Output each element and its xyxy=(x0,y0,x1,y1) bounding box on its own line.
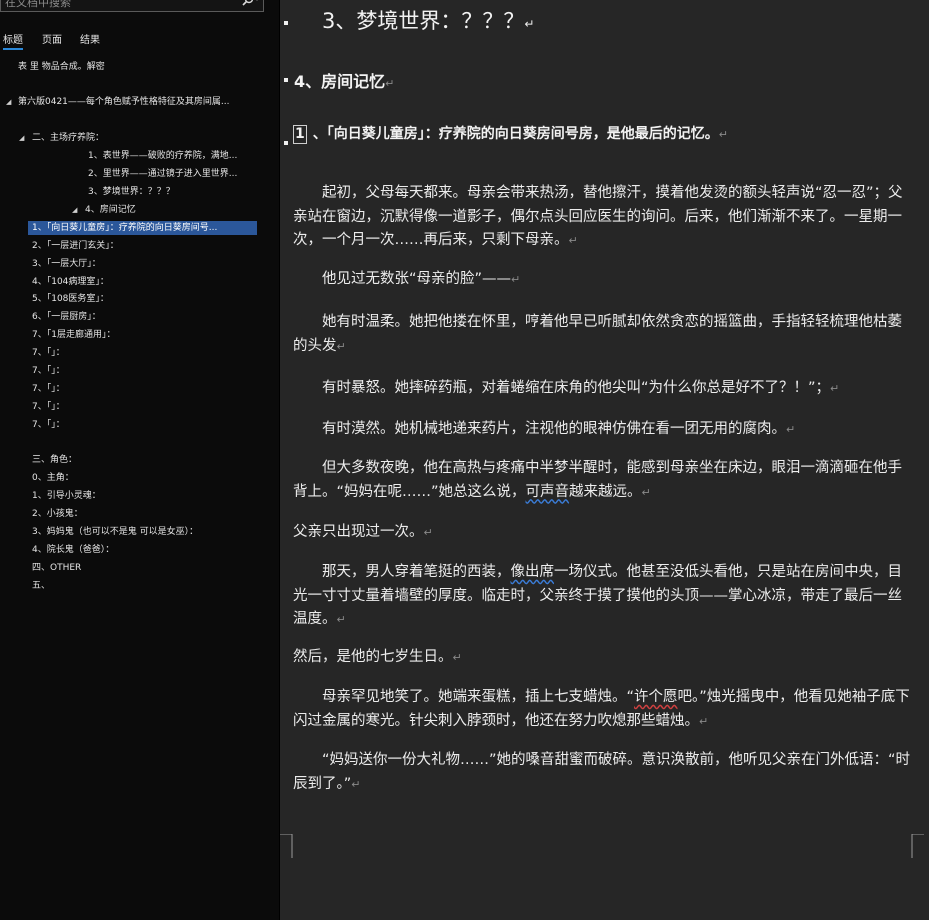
paragraph-mark: ↵ xyxy=(699,714,709,728)
nav-heading-item[interactable]: 4、房间记忆 xyxy=(85,203,136,217)
nav-heading-item[interactable]: 7、「」： xyxy=(32,400,65,414)
nav-heading-item[interactable]: 五、 xyxy=(32,579,50,593)
nav-heading-item[interactable]: 7、「1层走廊通用」： xyxy=(32,328,115,342)
paragraph-mark: ↵ xyxy=(718,128,728,141)
nav-heading-item[interactable]: 3、妈妈鬼（也可以不是鬼 可以是女巫）： xyxy=(32,525,198,539)
nav-heading-item[interactable]: 二、主场疗养院： xyxy=(32,131,104,145)
paragraph-mark: ↵ xyxy=(641,485,651,499)
tab-results[interactable]: 结果 xyxy=(80,31,100,46)
nav-heading-item[interactable]: 7、「」： xyxy=(32,364,65,378)
tab-pages[interactable]: 页面 xyxy=(42,31,62,46)
paragraph-mark: ↵ xyxy=(423,526,433,539)
heading-marker-icon xyxy=(284,21,288,25)
paragraph-mark: ↵ xyxy=(385,77,395,90)
body-paragraph[interactable]: 有时漠然。她机械地递来药片，注视他的眼神仿佛在看一团无用的腐肉。↵ xyxy=(293,418,911,442)
body-paragraph[interactable]: 起初，父母每天都来。母亲会带来热汤，替他擦汗，摸着他发烫的额头轻声说“忍一忍”；… xyxy=(293,182,911,253)
nav-heading-item[interactable]: 表 里 物品合成。解密 xyxy=(18,60,105,74)
paragraph-mark: ↵ xyxy=(351,777,361,791)
body-paragraph[interactable]: 母亲罕见地笑了。她端来蛋糕，插上七支蜡烛。“许个愿吧。”烛光摇曳中，他看见她袖子… xyxy=(293,686,911,733)
document-canvas[interactable]: 3、梦境世界：？？？↵ 4、房间记忆↵ 1 、「向日葵儿童房」：疗养院的向日葵房间… xyxy=(280,0,929,920)
body-paragraph[interactable]: 但大多数夜晚，他在高热与疼痛中半梦半醒时，能感到母亲坐在床边，眼泪一滴滴砸在他手… xyxy=(293,457,911,504)
body-paragraph[interactable]: 父亲只出现过一次。↵ xyxy=(293,521,911,545)
paragraph-mark: ↵ xyxy=(452,651,462,664)
search-options-chevron-icon[interactable]: ▾ xyxy=(255,0,263,5)
paragraph-mark: ↵ xyxy=(336,613,346,626)
nav-heading-item[interactable]: 7、「」： xyxy=(32,382,65,396)
nav-heading-item[interactable]: 第六版0421——每个角色赋予性格特征及其房间属... xyxy=(18,95,254,109)
heading-level-3[interactable]: 1 、「向日葵儿童房」：疗养院的向日葵房间号房，是他最后的记忆。↵ xyxy=(293,123,728,146)
paragraph-mark: ↵ xyxy=(568,234,578,247)
margin-corner-left-icon xyxy=(280,834,293,858)
heading-marker-icon xyxy=(284,141,288,145)
body-paragraph[interactable]: 那天，男人穿着笔挺的西装，像出席一场仪式。他甚至没低头看他，只是站在房间中央，目… xyxy=(293,561,911,632)
nav-heading-item[interactable]: 0、主角： xyxy=(32,471,74,485)
heading-marker-icon xyxy=(284,78,288,82)
nav-heading-item[interactable]: 7、「」： xyxy=(32,418,65,432)
grammar-flag-text[interactable]: 像出席 xyxy=(511,564,555,580)
body-paragraph[interactable]: “妈妈送你一份大礼物……”她的嗓音甜蜜而破碎。意识涣散前，他听见父亲在门外低语：… xyxy=(293,749,911,796)
paragraph-mark: ↵ xyxy=(336,339,346,353)
spelling-flag-text[interactable]: 许个愿 xyxy=(634,689,678,705)
nav-heading-item[interactable]: 3、「一层大厅」： xyxy=(32,257,101,271)
nav-heading-item[interactable]: 1、引导小灵魂： xyxy=(32,489,101,503)
nav-heading-item[interactable]: 4、「104病理室」： xyxy=(32,275,109,289)
search-input[interactable] xyxy=(5,0,233,9)
heading-level-2[interactable]: 4、房间记忆↵ xyxy=(294,70,394,96)
heading-level-1[interactable]: 3、梦境世界：？？？↵ xyxy=(322,6,534,37)
nav-heading-item[interactable]: 2、里世界——通过镜子进入里世界... xyxy=(88,167,254,181)
body-paragraph[interactable]: 有时暴怒。她摔碎药瓶，对着蜷缩在床角的他尖叫“为什么你总是好不了？！”；↵ xyxy=(293,377,911,401)
nav-heading-item[interactable]: 2、「一层进门玄关」： xyxy=(32,239,119,253)
nav-heading-item-selected[interactable]: 1、「向日葵儿童房」：疗养院的向日葵房间号... xyxy=(28,221,257,235)
grammar-flag-text[interactable]: 可声音 xyxy=(526,484,570,500)
navigation-pane: ▾ 标题 页面 结果 表 里 物品合成。解密 ◢ 第六版0421——每个角色赋予… xyxy=(0,0,279,920)
nav-heading-item[interactable]: 5、「108医务室」： xyxy=(32,292,109,306)
nav-heading-item[interactable]: 2、小孩鬼： xyxy=(32,507,83,521)
search-box[interactable]: ▾ xyxy=(0,0,264,12)
nav-heading-item[interactable]: 3、梦境世界：？？？ xyxy=(88,185,175,199)
body-paragraph[interactable]: 他见过无数张“母亲的脸”——↵ xyxy=(293,268,911,292)
collapse-triangle-icon[interactable]: ◢ xyxy=(72,203,77,217)
paragraph-mark: ↵ xyxy=(524,17,535,31)
nav-heading-item[interactable]: 7、「」： xyxy=(32,346,65,360)
nav-heading-item[interactable]: 1、表世界——破败的疗养院，满地... xyxy=(88,149,254,163)
paragraph-mark: ↵ xyxy=(786,423,796,436)
nav-heading-item[interactable]: 四、OTHER xyxy=(32,561,81,575)
body-paragraph[interactable]: 她有时温柔。她把他搂在怀里，哼着他早已听腻却依然贪恋的摇篮曲，手指轻轻梳理他枯萎… xyxy=(293,311,911,358)
search-icon[interactable] xyxy=(242,0,254,6)
nav-heading-item[interactable]: 4、院长鬼（爸爸）： xyxy=(32,543,114,557)
nav-heading-item[interactable]: 6、「一层厨房」： xyxy=(32,310,101,324)
margin-corner-right-icon xyxy=(911,834,924,858)
tab-headings[interactable]: 标题 xyxy=(3,31,23,50)
collapse-triangle-icon[interactable]: ◢ xyxy=(6,95,11,109)
collapse-triangle-icon[interactable]: ◢ xyxy=(19,131,24,145)
body-paragraph[interactable]: 然后，是他的七岁生日。↵ xyxy=(293,646,911,670)
nav-heading-item[interactable]: 三、角色： xyxy=(32,453,77,467)
paragraph-mark: ↵ xyxy=(830,382,840,395)
paragraph-mark: ↵ xyxy=(511,273,521,286)
list-number-box[interactable]: 1 xyxy=(293,125,307,144)
